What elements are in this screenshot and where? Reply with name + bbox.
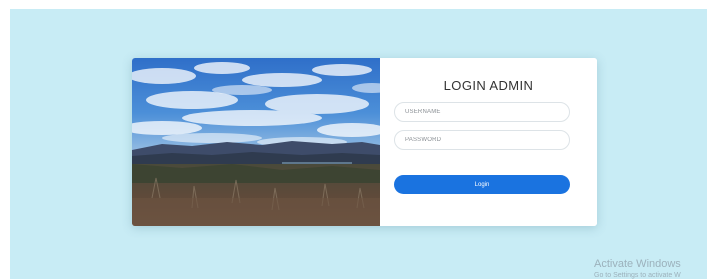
username-input[interactable]: [394, 102, 570, 122]
password-input[interactable]: [394, 130, 570, 150]
watermark-title: Activate Windows: [594, 258, 681, 270]
landscape-image: [132, 58, 380, 226]
login-button[interactable]: Login: [394, 175, 570, 194]
login-card: LOGIN ADMIN Login: [132, 58, 597, 226]
login-title: LOGIN ADMIN: [443, 78, 534, 93]
watermark-subtitle: Go to Settings to activate W: [594, 272, 681, 279]
activate-windows-watermark: Activate Windows Go to Settings to activ…: [594, 259, 681, 279]
login-form: LOGIN ADMIN Login: [380, 58, 597, 226]
